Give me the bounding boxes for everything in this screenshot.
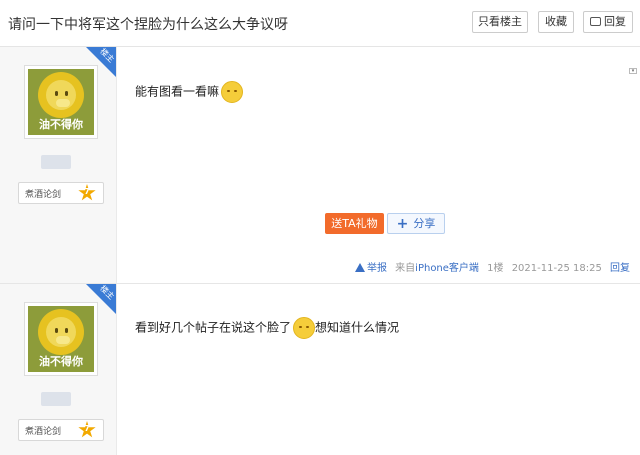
post-text-after: 想知道什么情况 (315, 320, 400, 335)
username-blurred[interactable] (41, 155, 71, 169)
post-floor-2: 楼主 油不得你 煮酒论剑 7 看到好几个帖子在说这个脸了 想知道什么情况 (0, 284, 640, 455)
caret-down-icon[interactable]: ▾ (629, 68, 637, 74)
reply-button-label: 回复 (604, 15, 626, 28)
send-gift-button[interactable]: 送TA礼物 (325, 213, 384, 234)
floor-number: 1楼 (487, 263, 504, 274)
post-content: 能有图看一看嘛 (135, 81, 244, 103)
source-prefix: 来自 (395, 263, 416, 274)
author-sidebar: 楼主 油不得你 煮酒论剑 7 (0, 284, 117, 455)
favorite-button[interactable]: 收藏 (538, 11, 574, 33)
post-text: 能有图看一看嘛 (135, 84, 220, 99)
rank-level: 7 (84, 424, 90, 433)
thread-title: 请问一下中将军这个捏脸为什么这么大争议呀 (8, 17, 288, 33)
sunflower-avatar-image: 油不得你 (28, 306, 94, 372)
rank-label: 煮酒论剑 (25, 190, 62, 200)
plus-icon: + (396, 216, 409, 232)
sunflower-avatar-image: 油不得你 (28, 69, 94, 135)
reply-icon (590, 17, 601, 26)
report-label: 举报 (366, 263, 387, 274)
author-sidebar: 楼主 油不得你 煮酒论剑 7 (0, 47, 117, 283)
post-floor-1: 楼主 油不得你 煮酒论剑 7 ▾ 能有图看一看嘛 送TA礼物 + 分享 举报 来自… (0, 47, 640, 284)
reply-link[interactable]: 回复 (610, 263, 630, 274)
warning-icon (354, 263, 365, 272)
username-blurred[interactable] (41, 392, 71, 406)
avatar[interactable]: 油不得你 (24, 302, 98, 376)
post-content: 看到好几个帖子在说这个脸了 想知道什么情况 (135, 317, 399, 339)
avatar-caption: 油不得你 (39, 355, 83, 368)
share-label: 分享 (413, 217, 436, 230)
avatar[interactable]: 油不得你 (24, 65, 98, 139)
avatar-caption: 油不得你 (39, 118, 83, 131)
reply-button[interactable]: 回复 (583, 11, 633, 33)
report-link[interactable]: 举报 (354, 263, 387, 274)
rank-badge[interactable]: 煮酒论剑 7 (18, 182, 104, 204)
post-meta: 举报 来自iPhone客户端 1楼 2021-11-25 18:25 回复 (350, 259, 630, 274)
thread-header: 请问一下中将军这个捏脸为什么这么大争议呀 只看楼主 收藏 回复 (0, 0, 640, 47)
post-time: 2021-11-25 18:25 (511, 263, 602, 274)
source-client-link[interactable]: iPhone客户端 (415, 263, 479, 274)
share-button[interactable]: + 分享 (387, 213, 445, 234)
shy-face-icon (221, 81, 244, 103)
shy-face-icon (293, 317, 316, 339)
only-lz-button[interactable]: 只看楼主 (472, 11, 528, 33)
post-text-before: 看到好几个帖子在说这个脸了 (135, 320, 292, 335)
rank-label: 煮酒论剑 (25, 427, 62, 437)
rank-badge[interactable]: 煮酒论剑 7 (18, 419, 104, 441)
rank-level: 7 (84, 187, 90, 196)
